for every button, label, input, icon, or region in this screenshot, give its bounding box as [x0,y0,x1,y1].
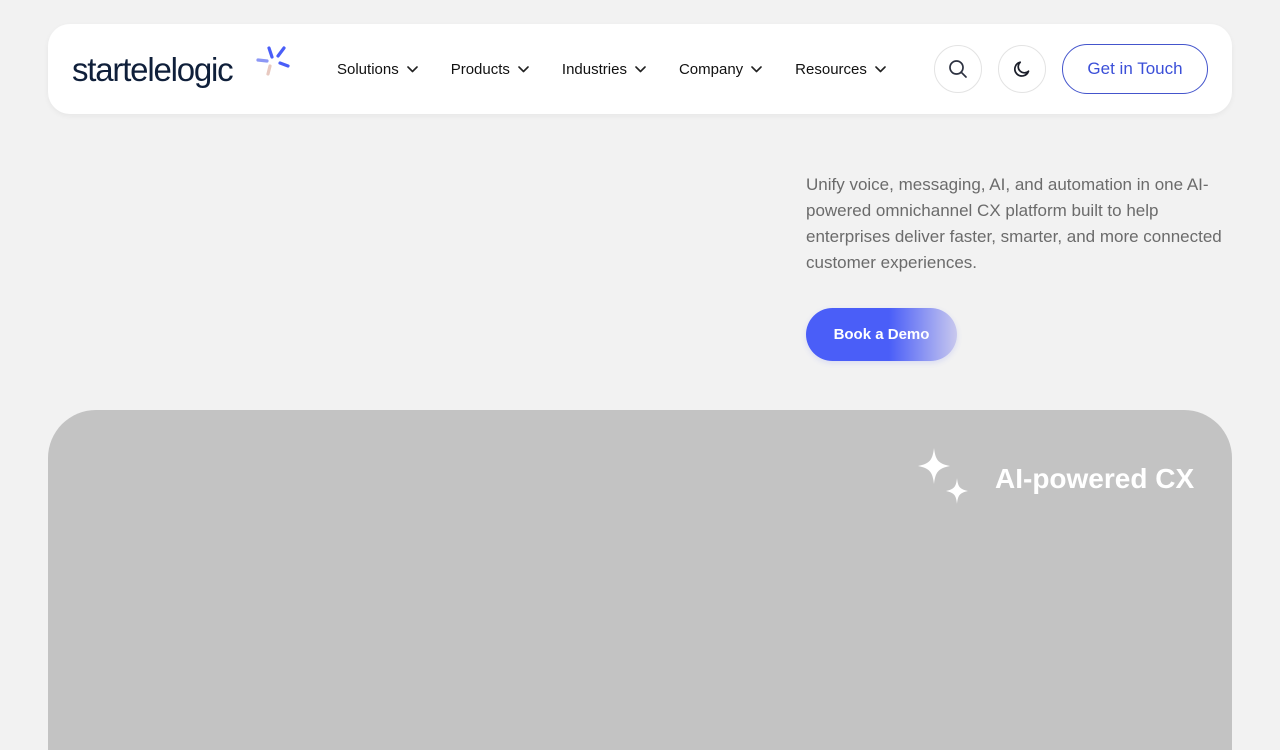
search-button[interactable] [934,45,982,93]
nav-resources-label: Resources [795,60,867,78]
nav-products-label: Products [450,60,510,78]
get-in-touch-button[interactable]: Get in Touch [1062,44,1208,94]
theme-toggle-button[interactable] [998,45,1046,93]
nav-company[interactable]: Company [679,61,762,78]
moon-icon [1014,61,1030,77]
nav-solutions-label: Solutions [337,60,399,78]
search-icon [949,60,967,78]
chevron-down-icon [751,65,762,72]
logo-wordmark: startelelogic [72,51,234,88]
chevron-down-icon [875,65,886,72]
nav-company-label: Company [678,60,744,78]
chevron-down-icon [518,65,529,72]
book-demo-button[interactable]: Book a Demo [806,308,957,361]
media-panel: AI-powered CX [48,410,1232,750]
nav-industries[interactable]: Industries [562,61,646,78]
chevron-down-icon [406,65,418,72]
chevron-down-icon [635,65,646,72]
sparkle-icon [918,448,968,504]
logo-burst-icon [256,46,290,76]
main-nav: Solutions Products Industries Company Re… [337,24,919,114]
brand-logo[interactable]: startelelogic [72,44,292,96]
panel-title: AI-powered CX [995,463,1195,494]
nav-industries-label: Industries [561,60,627,78]
site-header: startelelogic Solutions Products Industr… [48,24,1232,114]
nav-products[interactable]: Products [451,61,529,78]
nav-solutions[interactable]: Solutions [337,61,418,78]
hero-description: Unify voice, messaging, AI, and automati… [806,175,1222,272]
nav-resources[interactable]: Resources [795,61,886,78]
